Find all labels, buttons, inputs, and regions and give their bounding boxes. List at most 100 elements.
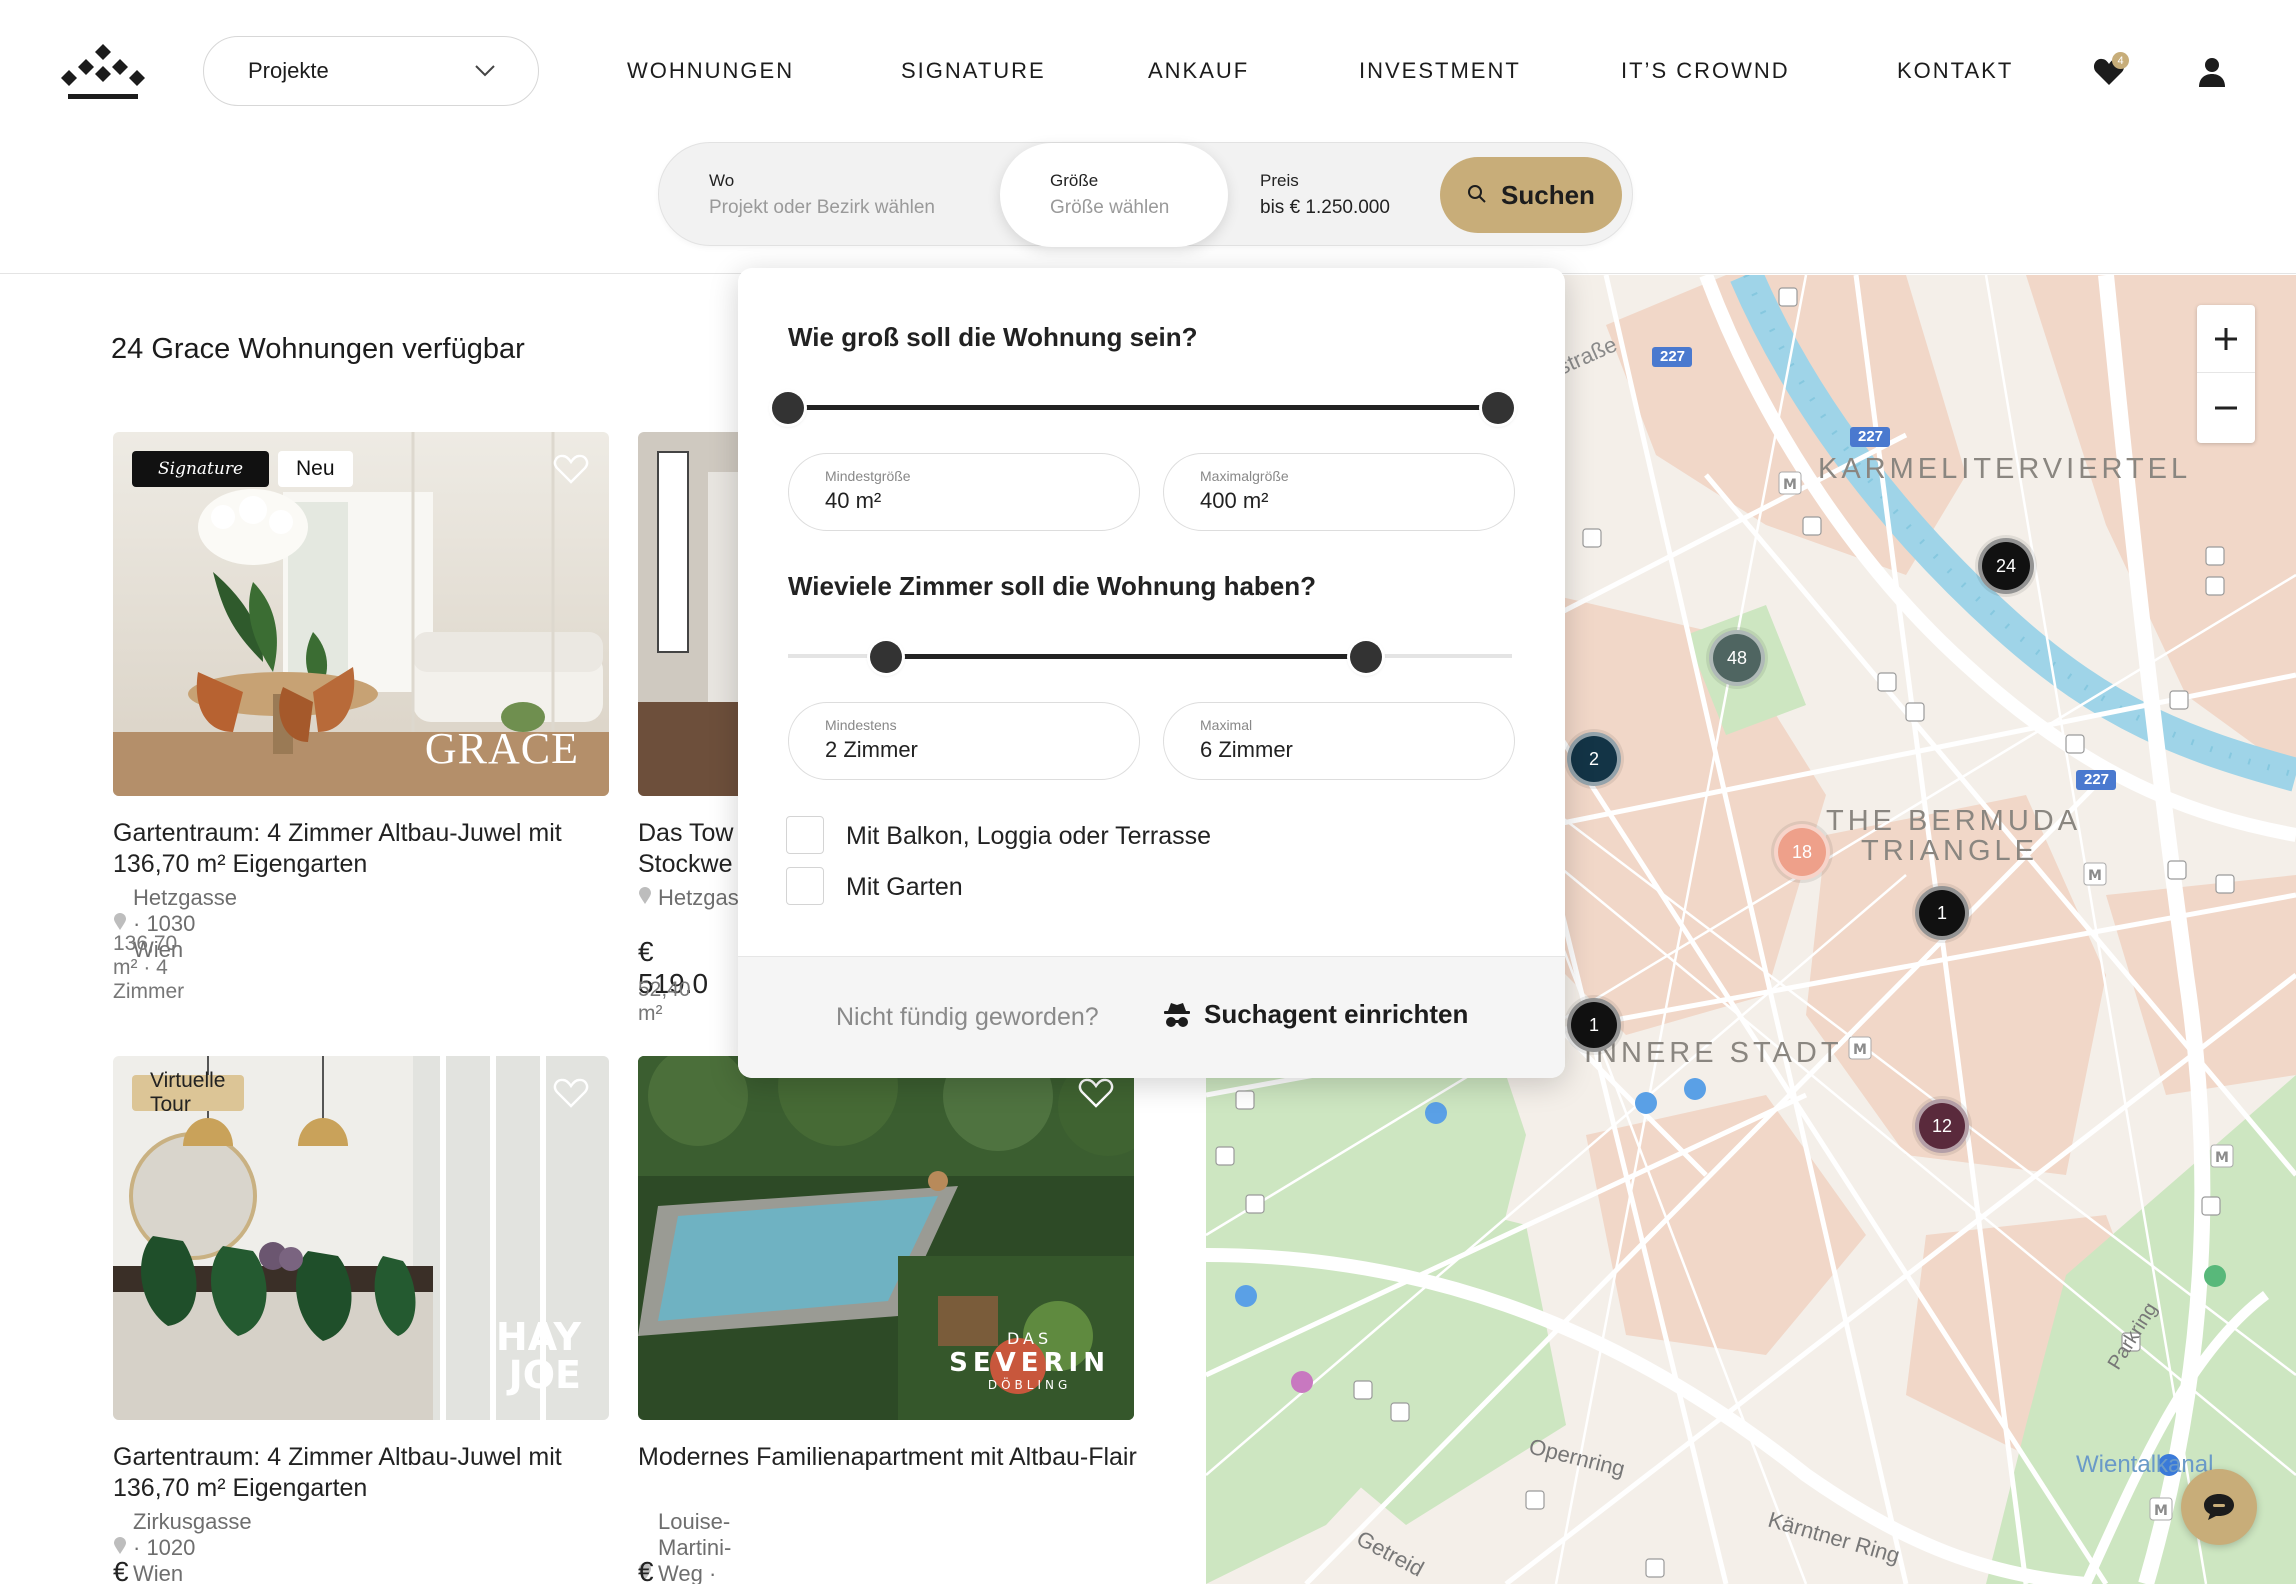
- not-found-text: Nicht fündig geworden?: [836, 1003, 1099, 1031]
- min-rooms-label: Mindestens: [825, 717, 897, 733]
- min-size-value: 40 m²: [825, 488, 882, 513]
- search-bar: Wo Projekt oder Bezirk wählen Größe Größ…: [658, 142, 1633, 247]
- size-filter-dropdown: Wie groß soll die Wohnung sein? Mindestg…: [738, 268, 1565, 1078]
- listing-location: Hetzgas: [638, 885, 739, 911]
- search-size-field[interactable]: Größe Größe wählen: [1000, 143, 1228, 247]
- project-brand-logo-bottom: JOE: [508, 1353, 581, 1397]
- heart-outline-icon[interactable]: [553, 454, 589, 489]
- map-zoom-controls: [2197, 305, 2255, 443]
- svg-text:M: M: [2088, 868, 2102, 884]
- route-number-227: 227: [1660, 348, 1686, 365]
- nav-investment[interactable]: INVESTMENT: [1359, 58, 1521, 84]
- zoom-out-button[interactable]: [2197, 374, 2255, 442]
- search-where-field[interactable]: Wo Projekt oder Bezirk wählen: [709, 143, 989, 247]
- user-account-icon[interactable]: [2198, 56, 2226, 93]
- search-agent-button[interactable]: Suchagent einrichten: [1162, 999, 1468, 1030]
- map-cluster-marker[interactable]: 48: [1709, 630, 1765, 686]
- favorites-count-badge: 4: [2112, 52, 2129, 69]
- map-cluster-marker[interactable]: 18: [1774, 824, 1830, 880]
- map-cluster-marker[interactable]: 1: [1567, 998, 1621, 1052]
- min-rooms-input[interactable]: Mindestens 2 Zimmer: [788, 702, 1140, 780]
- project-brand-sub: DÖBLING: [987, 1378, 1072, 1392]
- min-size-input[interactable]: Mindestgröße 40 m²: [788, 453, 1140, 531]
- svg-text:M: M: [1783, 477, 1797, 493]
- max-rooms-value: 6 Zimmer: [1200, 737, 1293, 762]
- listing-price: € 1.098.000: [638, 1556, 654, 1584]
- max-size-input[interactable]: Maximalgröße 400 m²: [1163, 453, 1515, 531]
- project-brand-logo-top: HAY: [495, 1315, 581, 1359]
- search-price-value: bis € 1.250.000: [1260, 197, 1390, 218]
- search-icon: [1467, 180, 1487, 211]
- route-number-227: 227: [1858, 428, 1884, 445]
- project-brand-small: DAS: [1007, 1329, 1053, 1348]
- chat-button[interactable]: [2181, 1469, 2257, 1545]
- spy-agent-icon: [1164, 1002, 1190, 1027]
- search-size-placeholder: Größe wählen: [1050, 197, 1170, 218]
- listing-title[interactable]: Das Tow Stockwe: [638, 818, 748, 880]
- min-rooms-value: 2 Zimmer: [825, 737, 918, 762]
- size-question-heading: Wie groß soll die Wohnung sein?: [788, 322, 1198, 352]
- rooms-max-handle[interactable]: [1350, 641, 1382, 673]
- nav-kontakt[interactable]: KONTAKT: [1897, 58, 2013, 84]
- balcony-checkbox[interactable]: [786, 816, 824, 854]
- route-number-227: 227: [2084, 771, 2110, 788]
- search-button-label: Suchen: [1501, 179, 1595, 210]
- rooms-question-heading: Wieviele Zimmer soll die Wohnung haben?: [788, 571, 1317, 601]
- nav-signature[interactable]: SIGNATURE: [901, 58, 1046, 84]
- search-price-label: Preis: [1260, 171, 1299, 190]
- heart-outline-icon[interactable]: [553, 1078, 589, 1113]
- garden-checkbox[interactable]: [786, 867, 824, 905]
- rooms-range-fill: [886, 654, 1366, 659]
- min-size-label: Mindestgröße: [825, 468, 911, 484]
- map-label-bermuda-2: TRIANGLE: [1861, 835, 2039, 867]
- listing-location-text: Hetzgas: [658, 885, 739, 910]
- svg-text:M: M: [2154, 1503, 2168, 1519]
- project-select[interactable]: Projekte: [203, 36, 539, 106]
- search-price-field[interactable]: Preis bis € 1.250.000: [1260, 143, 1430, 247]
- balcony-checkbox-label[interactable]: Mit Balkon, Loggia oder Terrasse: [846, 822, 1211, 851]
- map-cluster-marker[interactable]: 1: [1915, 886, 1969, 940]
- listing-title[interactable]: Gartentraum: 4 Zimmer Altbau-Juwel mit 1…: [113, 818, 613, 880]
- nav-wohnungen[interactable]: WOHNUNGEN: [627, 58, 794, 84]
- project-select-value: Projekte: [248, 58, 329, 83]
- size-max-handle[interactable]: [1482, 392, 1514, 424]
- listing-image[interactable]: DAS SEVERIN DÖBLING: [638, 1056, 1134, 1420]
- crownd-logo-icon[interactable]: [60, 42, 146, 102]
- size-min-handle[interactable]: [772, 392, 804, 424]
- map-cluster-marker[interactable]: 2: [1567, 732, 1621, 786]
- search-button[interactable]: Suchen: [1440, 157, 1622, 233]
- search-where-placeholder: Projekt oder Bezirk wählen: [709, 197, 935, 218]
- heart-outline-icon[interactable]: [1078, 1078, 1114, 1113]
- signature-badge: Signature: [132, 451, 269, 487]
- max-size-label: Maximalgröße: [1200, 468, 1289, 484]
- zoom-in-button[interactable]: [2197, 305, 2255, 373]
- nav-ankauf[interactable]: ANKAUF: [1148, 58, 1249, 84]
- garden-checkbox-label[interactable]: Mit Garten: [846, 873, 963, 902]
- search-size-label: Größe: [1050, 171, 1099, 190]
- svg-text:M: M: [1853, 1042, 1867, 1058]
- search-agent-label: Suchagent einrichten: [1204, 999, 1469, 1029]
- minus-icon: [2215, 406, 2237, 410]
- max-rooms-input[interactable]: Maximal 6 Zimmer: [1163, 702, 1515, 780]
- svg-text:M: M: [2215, 1150, 2229, 1166]
- site-header: Projekte WOHNUNGEN SIGNATURE ANKAUF INVE…: [0, 0, 2296, 274]
- map-label-innere-stadt: INNERE STADT: [1584, 1037, 1843, 1069]
- listing-meta: 52,40 m²: [638, 978, 691, 1025]
- listing-title[interactable]: Modernes Familienapartment mit Altbau-Fl…: [638, 1442, 1138, 1473]
- nav-its-crownd[interactable]: IT’S CROWND: [1621, 58, 1790, 84]
- map-cluster-marker[interactable]: 24: [1978, 538, 2034, 594]
- rooms-min-handle[interactable]: [870, 641, 902, 673]
- listing-title-text: Das Tow Stockwe: [638, 819, 734, 878]
- dropdown-footer: Nicht fündig geworden? Suchagent einrich…: [738, 956, 1565, 1078]
- new-badge: Neu: [278, 451, 353, 487]
- max-rooms-label: Maximal: [1200, 717, 1253, 733]
- virtual-tour-badge: Virtuelle Tour: [132, 1069, 244, 1116]
- location-pin-icon: [638, 885, 652, 911]
- chevron-down-icon: [474, 58, 496, 84]
- map-label-karmeliterviertel: KARMELITERVIERTEL: [1818, 453, 2192, 485]
- map-cluster-marker[interactable]: 12: [1915, 1099, 1969, 1153]
- chat-bubble-icon: [2204, 1494, 2234, 1520]
- results-count-title: 24 Grace Wohnungen verfügbar: [111, 333, 525, 365]
- plus-icon: [2215, 327, 2237, 350]
- listing-title[interactable]: Gartentraum: 4 Zimmer Altbau-Juwel mit 1…: [113, 1442, 613, 1504]
